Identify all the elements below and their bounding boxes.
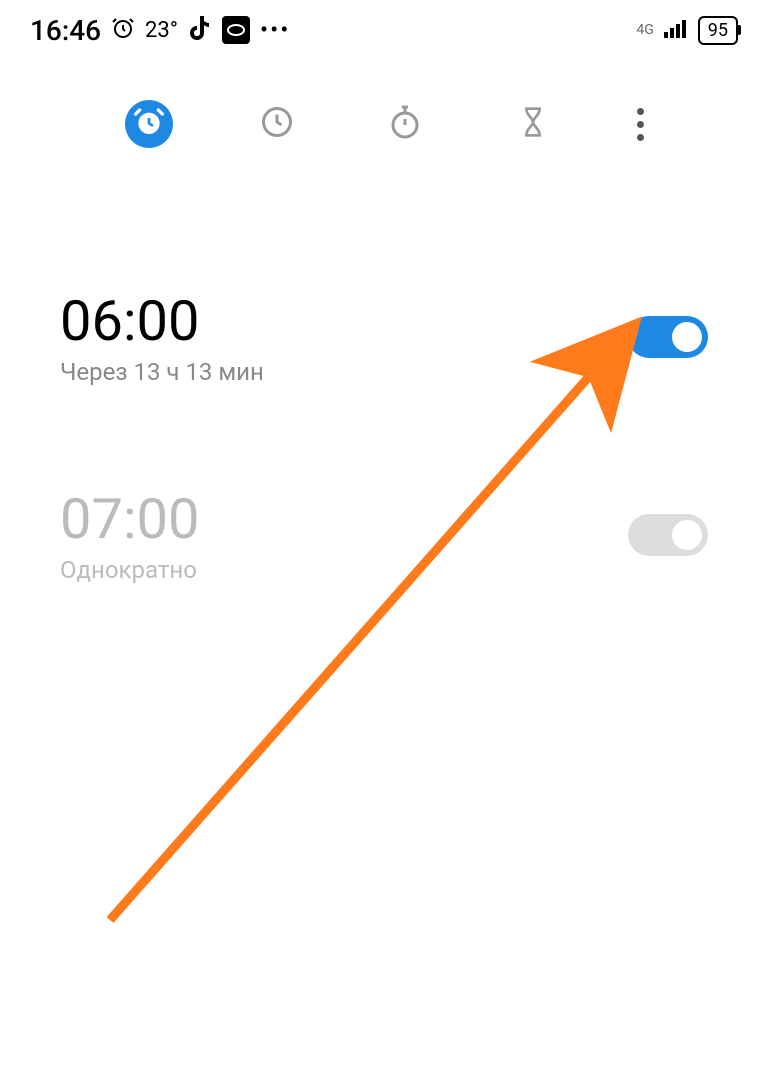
alarm-icon <box>133 106 165 142</box>
status-bar: 16:46 23° ••• 4G <box>0 0 768 60</box>
alarm-toggle[interactable] <box>628 514 708 556</box>
status-bar-right: 4G 95 <box>636 16 738 45</box>
alarm-subtitle: Однократно <box>60 556 199 584</box>
alarm-time: 07:00 <box>60 486 199 552</box>
alarm-item[interactable]: 07:00 Однократно <box>60 486 708 584</box>
status-temperature: 23° <box>145 18 178 43</box>
clock-icon <box>259 104 295 144</box>
app-icon <box>222 16 250 44</box>
dot-icon <box>637 121 644 128</box>
toggle-knob <box>672 322 702 352</box>
alarm-info: 06:00 Через 13 ч 13 мин <box>60 288 264 386</box>
status-more-icon: ••• <box>260 16 290 44</box>
menu-button[interactable] <box>637 108 644 141</box>
alarm-clock-icon <box>111 16 135 44</box>
alarm-toggle[interactable] <box>628 316 708 358</box>
alarm-time: 06:00 <box>60 288 264 354</box>
signal-icon <box>664 18 688 42</box>
toggle-knob <box>672 520 702 550</box>
tab-timer[interactable] <box>509 100 557 148</box>
alarm-item[interactable]: 06:00 Через 13 ч 13 мин <box>60 288 708 386</box>
tab-bar <box>0 70 768 178</box>
battery-indicator: 95 <box>698 16 738 45</box>
alarm-list: 06:00 Через 13 ч 13 мин 07:00 Однократно <box>0 178 768 584</box>
tab-clock[interactable] <box>253 100 301 148</box>
dot-icon <box>637 108 644 115</box>
hourglass-icon <box>517 104 549 144</box>
status-bar-left: 16:46 23° ••• <box>30 14 290 47</box>
alarm-info: 07:00 Однократно <box>60 486 199 584</box>
alarm-subtitle: Через 13 ч 13 мин <box>60 358 264 386</box>
tab-stopwatch[interactable] <box>381 100 429 148</box>
network-type: 4G <box>636 22 653 38</box>
tiktok-icon <box>188 14 212 46</box>
status-time: 16:46 <box>30 14 101 47</box>
dot-icon <box>637 134 644 141</box>
tab-alarm[interactable] <box>125 100 173 148</box>
stopwatch-icon <box>387 104 423 144</box>
